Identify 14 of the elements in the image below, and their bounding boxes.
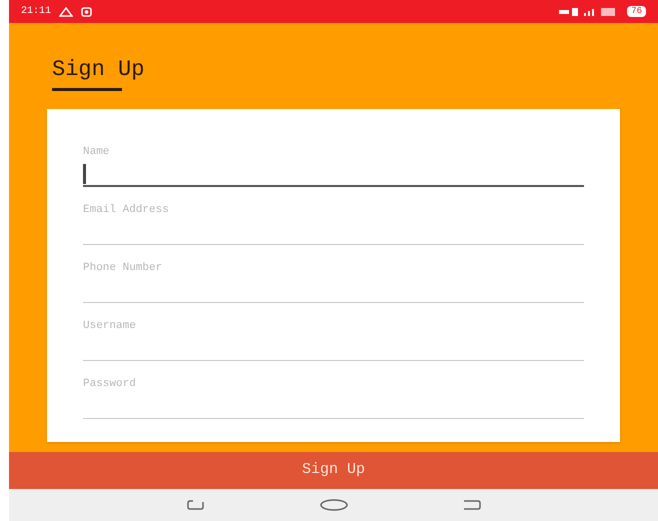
- home-icon[interactable]: [318, 498, 348, 512]
- input-field[interactable]: Email Address: [83, 203, 584, 245]
- input-field[interactable]: Phone Number: [83, 261, 584, 303]
- recents-icon[interactable]: [462, 499, 482, 511]
- sign-up-button[interactable]: Sign Up: [9, 452, 658, 489]
- battery-indicator: 76: [627, 6, 646, 17]
- input-field[interactable]: Password: [83, 377, 584, 419]
- warning-icon: [59, 6, 74, 16]
- input-field[interactable]: Name: [83, 145, 584, 187]
- clock: 21:11: [21, 5, 52, 19]
- camera-icon: [81, 6, 92, 16]
- page-title: Sign Up: [52, 56, 144, 84]
- input-field[interactable]: Username: [83, 319, 584, 361]
- back-icon[interactable]: [186, 499, 206, 511]
